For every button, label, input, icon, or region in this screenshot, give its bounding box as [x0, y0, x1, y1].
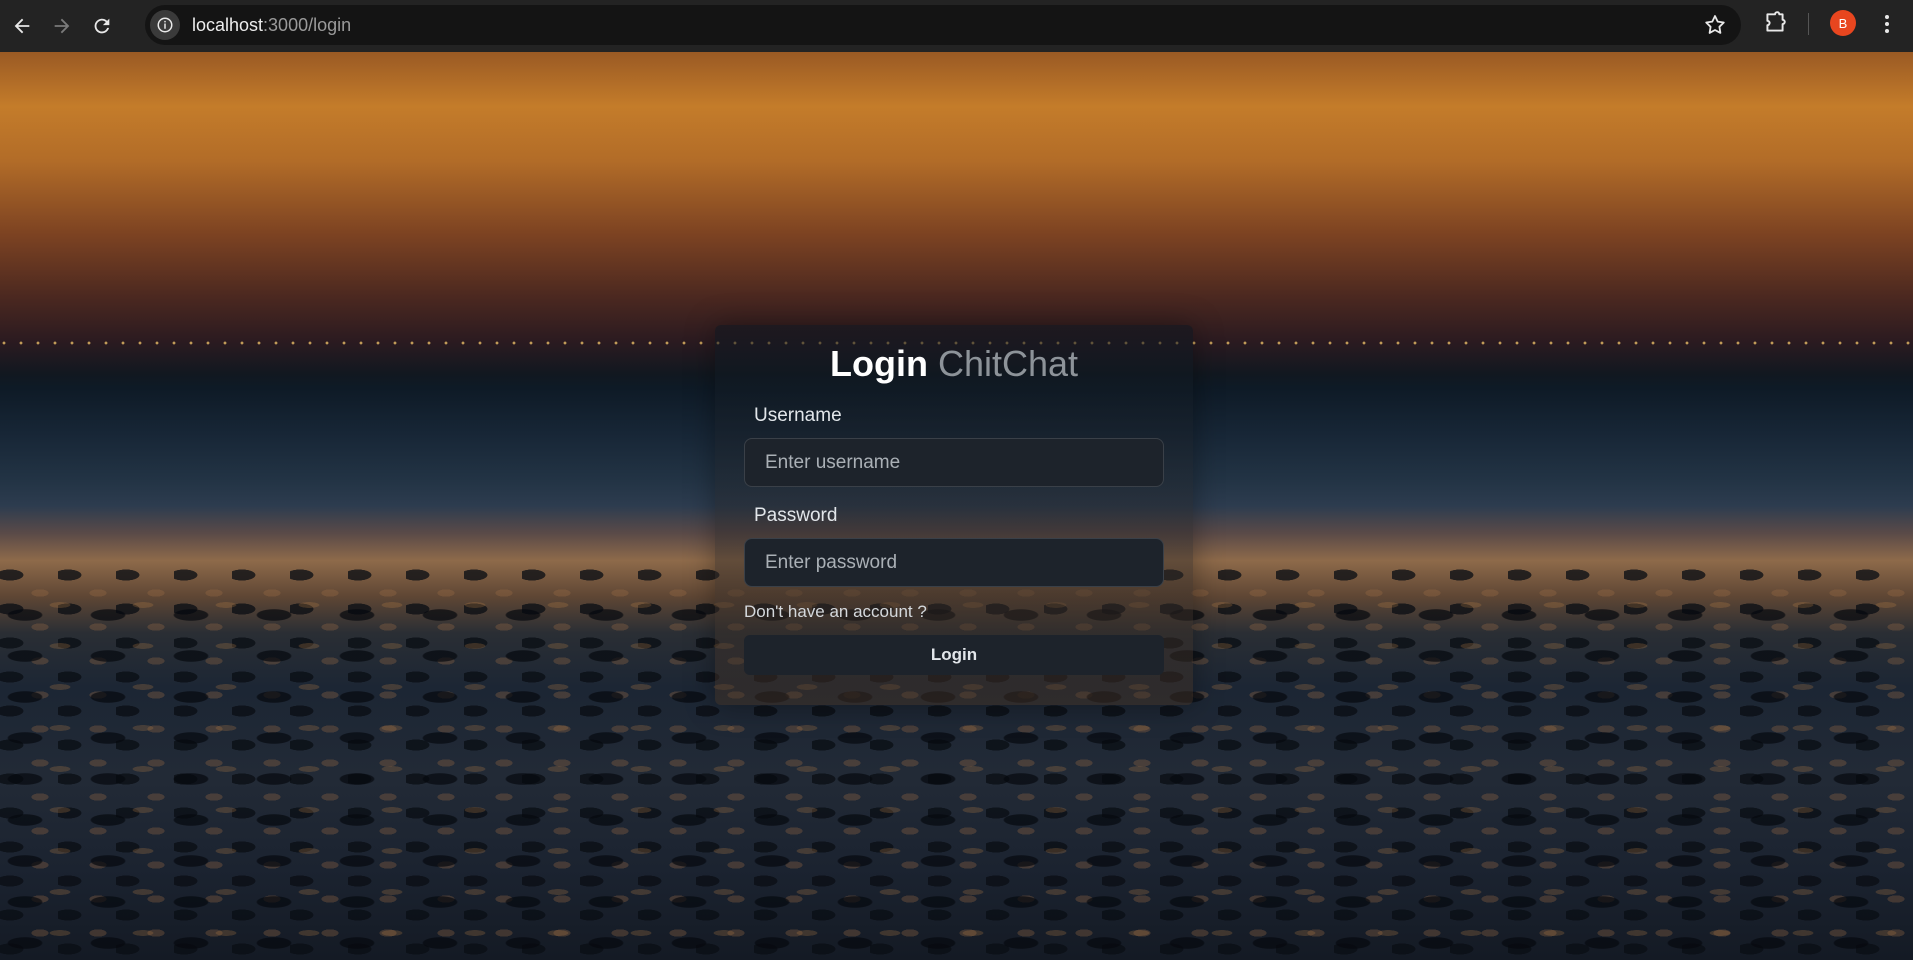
browser-toolbar: localhost:3000/login B [0, 0, 1913, 52]
arrow-right-icon [54, 18, 70, 34]
info-icon [157, 17, 173, 33]
page-title: Login ChitChat [715, 343, 1193, 385]
title-brand: ChitChat [937, 343, 1079, 384]
address-bar[interactable]: localhost:3000/login [145, 5, 1741, 45]
login-card: Login ChitChat Username Password Don't h… [715, 325, 1193, 705]
puzzle-icon[interactable] [1762, 10, 1788, 36]
password-input[interactable] [744, 538, 1164, 587]
username-label: Username [754, 405, 842, 426]
forward-button[interactable] [42, 6, 82, 46]
kebab-menu-icon[interactable] [1875, 11, 1899, 37]
password-label: Password [754, 505, 838, 526]
back-button[interactable] [2, 6, 42, 46]
toolbar-divider [1808, 13, 1809, 35]
url-path: :3000/login [263, 14, 352, 35]
url-host: localhost [192, 14, 264, 35]
reload-icon [94, 18, 110, 34]
star-icon[interactable] [1703, 13, 1727, 37]
title-login: Login [829, 343, 928, 384]
username-input[interactable] [744, 438, 1164, 487]
site-info-button[interactable] [150, 10, 180, 40]
reload-button[interactable] [82, 6, 122, 46]
url-text: localhost:3000/login [192, 15, 351, 36]
login-button[interactable]: Login [744, 635, 1164, 675]
arrow-left-icon [14, 18, 30, 34]
signup-link[interactable]: Don't have an account ? [744, 602, 927, 622]
profile-avatar[interactable]: B [1830, 10, 1856, 36]
